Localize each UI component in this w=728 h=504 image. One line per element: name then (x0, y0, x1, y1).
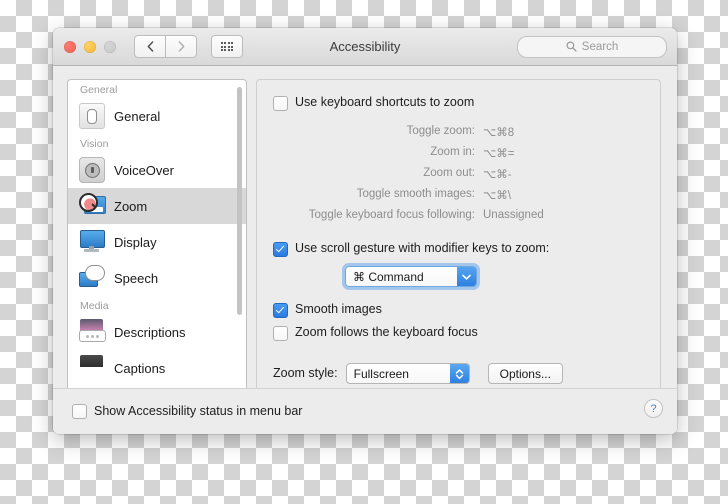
zoom-style-value: Fullscreen (353, 366, 409, 381)
zoom-follows-focus-checkbox[interactable] (273, 326, 288, 341)
sidebar-item-captions[interactable]: Captions (68, 350, 246, 386)
navigation-buttons (134, 35, 197, 58)
show-all-button[interactable] (211, 35, 243, 58)
minimize-button[interactable] (84, 40, 96, 53)
shortcut-value: ⌥⌘\ (483, 189, 511, 202)
shortcut-label: Zoom out: (423, 166, 475, 179)
sidebar-item-zoom[interactable]: Zoom (68, 188, 246, 224)
sidebar-scrollbar[interactable] (235, 85, 243, 388)
shortcut-row: Zoom out: ⌥⌘- (275, 164, 642, 183)
sidebar-group-media: Media (80, 300, 109, 312)
shortcut-row: Toggle keyboard focus following: Unassig… (275, 206, 642, 223)
forward-chevron-icon (178, 41, 184, 52)
sidebar-scrollbar-thumb[interactable] (236, 87, 242, 315)
zoom-style-row: Zoom style: Fullscreen Options... (273, 363, 644, 384)
sidebar-item-label: Display (114, 234, 157, 250)
zoom-follows-focus-checkbox-row[interactable]: Zoom follows the keyboard focus (273, 325, 644, 341)
keyboard-shortcuts-checkbox-row[interactable]: Use keyboard shortcuts to zoom (273, 95, 644, 111)
sidebar-item-label: General (114, 108, 161, 124)
options-button[interactable]: Options... (487, 363, 563, 384)
back-button[interactable] (134, 35, 166, 58)
general-switch-icon (79, 103, 105, 129)
show-status-checkbox[interactable] (72, 404, 87, 419)
zoom-magnifier-icon (79, 193, 106, 219)
traffic-lights (64, 40, 116, 53)
smooth-images-checkbox[interactable] (273, 303, 288, 318)
show-status-label: Show Accessibility status in menu bar (94, 403, 303, 418)
up-down-chevron-icon (449, 364, 469, 383)
accessibility-preferences-window: Accessibility Search General General Vis… (53, 28, 677, 434)
shortcut-row: Toggle smooth images: ⌥⌘\ (275, 185, 642, 204)
forward-button[interactable] (166, 35, 197, 58)
back-chevron-icon (147, 41, 153, 52)
speech-bubble-icon (79, 265, 105, 291)
grid-icon (220, 41, 234, 52)
shortcut-label: Toggle keyboard focus following: (308, 208, 475, 221)
zoom-settings-pane: Use keyboard shortcuts to zoom Toggle zo… (256, 79, 661, 396)
sidebar-item-label: Speech (114, 270, 159, 286)
shortcut-value: ⌥⌘8 (483, 126, 515, 139)
sidebar-item-label: VoiceOver (114, 162, 174, 178)
captions-icon (79, 355, 105, 381)
search-placeholder: Search (581, 40, 619, 53)
scroll-gesture-label: Use scroll gesture with modifier keys to… (295, 241, 550, 255)
accessibility-feature-list[interactable]: General General Vision VoiceOver Zoom Di… (67, 79, 247, 396)
sidebar-item-label: Zoom (114, 198, 148, 214)
sidebar-item-label: Captions (114, 360, 166, 376)
sidebar-group-general: General (80, 84, 118, 96)
sidebar-item-label: Descriptions (114, 324, 186, 340)
shortcut-value: Unassigned (483, 208, 544, 221)
sidebar-item-voiceover[interactable]: VoiceOver (68, 152, 246, 188)
keyboard-shortcuts-label: Use keyboard shortcuts to zoom (295, 95, 475, 109)
close-button[interactable] (64, 40, 76, 53)
shortcut-label: Zoom in: (430, 145, 475, 158)
chevron-down-icon (457, 267, 476, 286)
scroll-gesture-checkbox[interactable] (273, 242, 288, 257)
shortcut-value: ⌥⌘= (483, 147, 515, 160)
window-bottom-bar: Show Accessibility status in menu bar ? (53, 388, 677, 434)
help-button[interactable]: ? (644, 399, 663, 418)
voiceover-icon (79, 157, 105, 183)
modifier-key-value: ⌘ Command (353, 269, 424, 284)
modifier-key-popup[interactable]: ⌘ Command (345, 266, 477, 287)
window-titlebar: Accessibility Search (53, 28, 677, 66)
sidebar-item-speech[interactable]: Speech (68, 260, 246, 296)
shortcut-row: Zoom in: ⌥⌘= (275, 143, 642, 162)
shortcut-label: Toggle zoom: (406, 124, 475, 137)
shortcut-list: Toggle zoom: ⌥⌘8 Zoom in: ⌥⌘= Zoom out: … (273, 120, 644, 225)
sidebar-item-general[interactable]: General (68, 98, 246, 134)
search-icon (566, 41, 577, 52)
shortcut-row: Toggle zoom: ⌥⌘8 (275, 122, 642, 141)
zoom-follows-focus-label: Zoom follows the keyboard focus (295, 325, 478, 339)
shortcut-label: Toggle smooth images: (356, 187, 475, 200)
scroll-gesture-checkbox-row[interactable]: Use scroll gesture with modifier keys to… (273, 241, 644, 257)
window-body: General General Vision VoiceOver Zoom Di… (53, 66, 677, 434)
zoom-window-button[interactable] (104, 40, 116, 53)
smooth-images-checkbox-row[interactable]: Smooth images (273, 302, 644, 318)
show-status-checkbox-row[interactable]: Show Accessibility status in menu bar (72, 403, 302, 419)
sidebar-item-descriptions[interactable]: Descriptions (68, 314, 246, 350)
sidebar-item-display[interactable]: Display (68, 224, 246, 260)
zoom-style-popup[interactable]: Fullscreen (345, 363, 470, 384)
descriptions-icon (79, 319, 106, 345)
search-field[interactable]: Search (517, 35, 667, 58)
smooth-images-label: Smooth images (295, 302, 382, 316)
keyboard-shortcuts-checkbox[interactable] (273, 96, 288, 111)
zoom-style-label: Zoom style: (273, 366, 338, 380)
sidebar-group-vision: Vision (80, 138, 109, 150)
shortcut-value: ⌥⌘- (483, 168, 512, 181)
display-monitor-icon (79, 229, 105, 255)
